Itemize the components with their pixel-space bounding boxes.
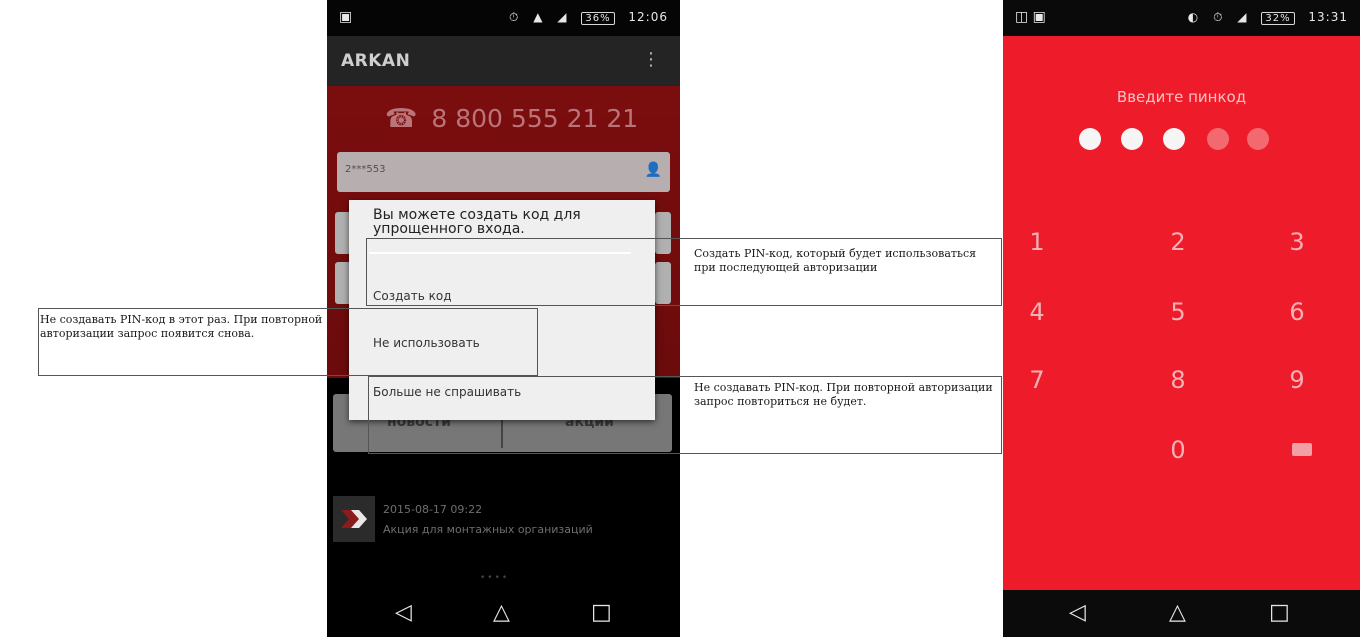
news-item[interactable]: 2015-08-17 09:22 Акция для монтажных орг…	[327, 488, 680, 546]
keypad-key[interactable]: 5	[1158, 298, 1198, 326]
app-title: ARKAN	[341, 51, 411, 71]
keypad-key[interactable]: 8	[1158, 366, 1198, 394]
pin-dot-empty	[1247, 128, 1269, 150]
status-bar: ◫ ▣ ◐ ⏱ ◢ 32% 13:31	[1003, 0, 1360, 36]
signal-icon: ◢	[1237, 10, 1248, 24]
back-icon[interactable]: ◁	[1069, 600, 1086, 625]
annotation-create-pin: Создать PIN-код, который будет использов…	[694, 247, 977, 274]
arkan-logo	[333, 496, 375, 542]
news-title: Акция для монтажных организаций	[383, 523, 593, 536]
pin-prompt: Введите пинкод	[1116, 88, 1247, 106]
phone-screen-pin: ◫ ▣ ◐ ⏱ ◢ 32% 13:31 Введите пинкод 1 2 3…	[1003, 0, 1360, 637]
sync-icon: ◐	[1187, 10, 1200, 24]
recents-icon[interactable]: □	[591, 600, 612, 625]
phone-number-row[interactable]: ☎ 8 800 555 21 21	[385, 104, 638, 134]
login-field[interactable]: 2***553 👤	[337, 152, 670, 192]
keypad-key[interactable]: 6	[1277, 298, 1317, 326]
status-bar: ▣ ⏱ ▲ ◢ 36% 12:06	[327, 0, 680, 36]
recents-icon[interactable]: □	[1269, 600, 1290, 625]
keypad-key[interactable]: 0	[1158, 436, 1198, 464]
keypad-key[interactable]: 2	[1158, 228, 1198, 256]
backspace-icon[interactable]	[1292, 443, 1312, 456]
battery-level: 32%	[1261, 12, 1295, 25]
pin-dot-filled	[1163, 128, 1185, 150]
alarm-icon: ⏱	[1213, 10, 1224, 24]
back-icon[interactable]: ◁	[395, 600, 412, 625]
news-date: 2015-08-17 09:22	[383, 503, 483, 516]
navigation-bar: ◁ △ □	[327, 590, 680, 637]
login-value: 2***553	[345, 164, 386, 175]
home-icon[interactable]: △	[493, 600, 510, 625]
keypad-key[interactable]: 4	[1017, 298, 1057, 326]
signal-icon: ◢	[557, 10, 568, 24]
status-time: 12:06	[628, 10, 668, 24]
pin-dot-filled	[1121, 128, 1143, 150]
keypad-key[interactable]: 1	[1017, 228, 1057, 256]
wifi-icon: ▲	[533, 10, 544, 24]
annotation-never-ask: Не создавать PIN-код. При повторной авто…	[694, 381, 993, 408]
phone-number: 8 800 555 21 21	[431, 104, 639, 133]
notification-icon: ▣	[339, 9, 353, 25]
keypad-key[interactable]: 9	[1277, 366, 1317, 394]
battery-level: 36%	[581, 12, 615, 25]
app-bar: ARKAN ⋮	[327, 36, 680, 86]
keypad-key[interactable]: 7	[1017, 366, 1057, 394]
home-icon[interactable]: △	[1169, 600, 1186, 625]
dialog-message: Вы можете создать код для упрощенного вх…	[373, 207, 581, 237]
pin-dot-empty	[1207, 128, 1229, 150]
overflow-menu-icon[interactable]: ⋮	[642, 49, 660, 70]
status-time: 13:31	[1308, 10, 1348, 24]
keypad-key[interactable]: 3	[1277, 228, 1317, 256]
alarm-icon: ⏱	[509, 10, 520, 24]
page-indicator: ••••	[480, 573, 510, 583]
navigation-bar: ◁ △ □	[1003, 590, 1360, 637]
telephone-icon: ☎	[385, 104, 418, 134]
annotation-skip-pin: Не создавать PIN-код в этот раз. При пов…	[40, 313, 323, 340]
pin-dot-filled	[1079, 128, 1101, 150]
user-icon: 👤	[644, 162, 662, 178]
notification-icon: ◫ ▣	[1015, 9, 1046, 25]
